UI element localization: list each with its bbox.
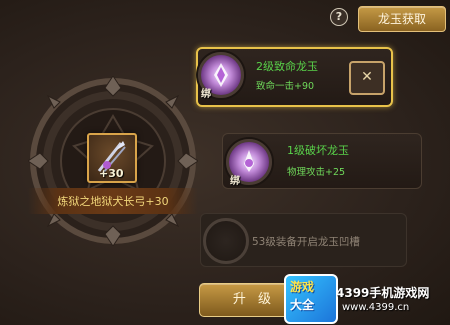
remove-gem-button[interactable]: ✕ xyxy=(349,61,385,95)
gem-slot-2-title: 1级破坏龙玉 xyxy=(287,144,349,157)
gem-slot-2-bind-tag: 绑 xyxy=(230,176,240,187)
empty-gem-socket xyxy=(203,218,249,264)
unlock-requirement: 53级装备开启龙玉凹槽 xyxy=(252,236,360,248)
watermark-logo-line1: 游戏 xyxy=(290,280,315,294)
watermark-site-name: 4399手机游戏网 xyxy=(336,286,430,300)
watermark-url: www.4399.cn xyxy=(342,302,410,313)
gem-slot-1-title: 2级致命龙玉 xyxy=(256,60,318,73)
equipment-name: 炼狱之地狱犬长弓+30 xyxy=(57,195,169,208)
obtain-gem-button[interactable]: 龙玉获取 xyxy=(358,6,446,32)
watermark-logo-line2: 大全 xyxy=(290,298,315,312)
help-button[interactable]: ? xyxy=(330,8,348,26)
gem-slot-1-effect: 致命一击+90 xyxy=(256,81,315,92)
gem-slot-1-bind-tag: 绑 xyxy=(201,89,211,100)
equipment-quantity: +30 xyxy=(99,167,124,180)
gem-slot-2-effect: 物理攻击+25 xyxy=(287,167,346,178)
